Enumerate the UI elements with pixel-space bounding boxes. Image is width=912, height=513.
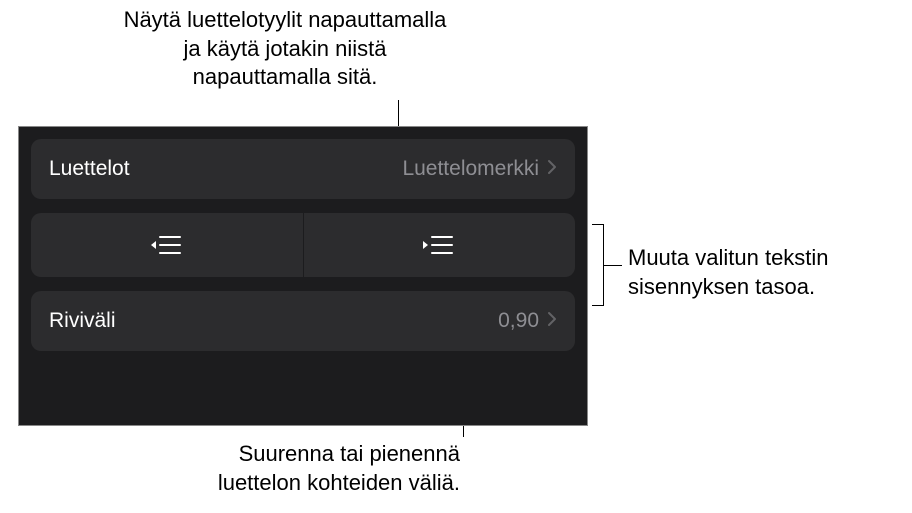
- lists-value: Luettelomerkki: [402, 157, 539, 181]
- line-spacing-label: Riviväli: [49, 309, 116, 333]
- outdent-button[interactable]: [31, 213, 304, 277]
- callout-line-right: [604, 265, 622, 266]
- callout-top-text: Näytä luettelotyylit napauttamalla ja kä…: [124, 7, 447, 89]
- callout-right-text: Muuta valitun tekstin sisennyksen tasoa.: [628, 245, 829, 299]
- lists-label: Luettelot: [49, 157, 130, 181]
- indent-controls: [31, 213, 575, 277]
- outdent-icon: [150, 232, 184, 258]
- line-spacing-value: 0,90: [498, 309, 539, 333]
- indent-button[interactable]: [304, 213, 576, 277]
- chevron-right-icon: [547, 158, 557, 181]
- callout-top: Näytä luettelotyylit napauttamalla ja kä…: [120, 6, 450, 92]
- callout-bracket-right: [592, 224, 604, 306]
- callout-right: Muuta valitun tekstin sisennyksen tasoa.: [628, 244, 908, 301]
- callout-bottom-text: Suurenna tai pienennä luettelon kohteide…: [218, 441, 460, 495]
- callout-bottom: Suurenna tai pienennä luettelon kohteide…: [160, 440, 460, 497]
- line-spacing-row[interactable]: Riviväli 0,90: [31, 291, 575, 351]
- indent-icon: [422, 232, 456, 258]
- chevron-right-icon: [547, 310, 557, 333]
- format-panel: Luettelot Luettelomerkki Riviväli: [18, 126, 588, 426]
- lists-row[interactable]: Luettelot Luettelomerkki: [31, 139, 575, 199]
